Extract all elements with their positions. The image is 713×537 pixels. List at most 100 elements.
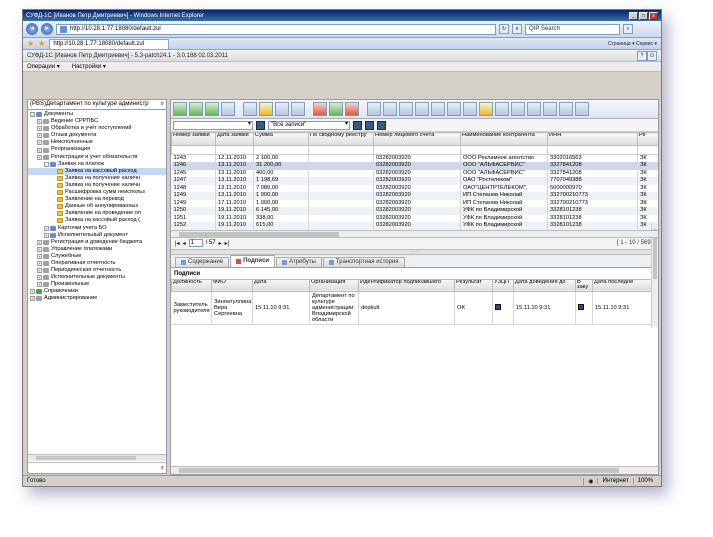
tree-toggle-icon[interactable]: + <box>37 275 42 281</box>
column-header[interactable]: Ре <box>637 132 658 146</box>
tree-horizontal-scrollbar[interactable] <box>28 454 166 461</box>
table-row[interactable]: 1249 17.11.2010 1 000,00 03282003920 ИП Степ… <box>171 199 658 207</box>
tree-node[interactable]: + Управление платежами <box>28 246 166 253</box>
tree-node[interactable]: + Реорганизация <box>28 146 166 153</box>
tree-search-icon[interactable]: ⌕ <box>161 465 164 472</box>
tree-node[interactable]: + Регистрация и учет обязательств <box>28 154 166 161</box>
signature-column-header[interactable]: ФИО <box>211 278 253 292</box>
tree-node[interactable]: + Регистрация и доведение бюджета <box>28 239 166 246</box>
table-row[interactable]: 1245 13.11.2010 400,00 03282003920 ООО "АЛЬФ… <box>171 169 658 177</box>
column-header[interactable]: По сводному реестру <box>308 132 374 146</box>
tool-k-button[interactable] <box>527 102 541 116</box>
tree-node[interactable]: + Исполнительный документ <box>28 232 166 239</box>
tree-node[interactable]: + Периодическая отчетность <box>28 267 166 274</box>
table-row[interactable]: 1246 13.11.2010 31 200,00 03282003920 ООО "А… <box>171 162 658 170</box>
table-vertical-scrollbar[interactable] <box>651 223 658 327</box>
browser-tools[interactable]: Страница ▾ Сервис ▾ <box>608 39 657 49</box>
sign-button[interactable] <box>259 102 273 116</box>
tool-j-button[interactable] <box>511 102 525 116</box>
tool-f-button[interactable] <box>447 102 461 116</box>
forward-icon[interactable]: ▸ <box>41 23 53 35</box>
menu-operations[interactable]: Операции ▾ <box>27 63 60 70</box>
table-row[interactable]: 1251 19.11.2010 338,00 03282003920 УФК по Вл… <box>171 214 658 222</box>
tree-node[interactable]: + Карточки учета БО <box>28 225 166 232</box>
tool-b-button[interactable] <box>383 102 397 116</box>
tree-node[interactable]: + Обработка и учёт поступлений <box>28 125 166 132</box>
column-filter-input[interactable] <box>373 145 461 155</box>
signature-column-header[interactable]: Дата доведения до <box>513 278 576 292</box>
tree-node[interactable]: Заявка на получение наличн <box>28 182 166 189</box>
tree-toggle-icon[interactable]: - <box>44 161 49 167</box>
signature-column-header[interactable]: Дата последне <box>592 278 658 292</box>
tab-signatures[interactable]: Подписи <box>230 254 276 267</box>
tree-node[interactable]: Заявление на проведение оп <box>28 210 166 217</box>
add-favorites-icon[interactable]: ★ <box>38 39 45 49</box>
create-copy-button[interactable] <box>189 102 203 116</box>
back-icon[interactable]: ◂ <box>26 23 38 35</box>
tree-node[interactable]: + Произвольные <box>28 281 166 288</box>
tool-a-button[interactable] <box>367 102 381 116</box>
tree-node[interactable]: + Исполнительные документы <box>28 274 166 281</box>
tree-node[interactable]: + Неисполненные <box>28 139 166 146</box>
tree-toggle-icon[interactable]: + <box>37 239 42 245</box>
column-header[interactable]: Номер лицевого счёта <box>373 132 461 146</box>
org-search-icon[interactable]: ⌕ <box>161 100 164 109</box>
tree-node[interactable]: Заявка на кассовый расход ( <box>28 217 166 224</box>
minimize-button[interactable]: _ <box>629 11 638 20</box>
tree-toggle-icon[interactable]: + <box>37 126 42 132</box>
tool-l-button[interactable] <box>543 102 557 116</box>
pager-first-button[interactable]: |◂ <box>175 240 180 247</box>
tool-g-button[interactable] <box>463 102 477 116</box>
tool-e-button[interactable] <box>431 102 445 116</box>
column-filter-input[interactable] <box>215 145 254 155</box>
tool-i-button[interactable] <box>495 102 509 116</box>
send-button[interactable] <box>291 102 305 116</box>
delete-button[interactable] <box>313 102 327 116</box>
signature-column-header[interactable]: Идентификатор подписавшего <box>358 278 455 292</box>
tool-n-button[interactable] <box>575 102 589 116</box>
tree-node[interactable]: + Справочники <box>28 288 166 295</box>
tree-node[interactable]: + Администрирование <box>28 295 166 302</box>
tree-toggle-icon[interactable]: - <box>30 112 35 118</box>
add-document-button[interactable] <box>173 102 187 116</box>
organization-select[interactable]: (PBS)Департамент по культуре администр ⌕ <box>28 100 166 110</box>
tree-node[interactable]: + Оперативная отчетность <box>28 260 166 267</box>
column-filter-input[interactable] <box>308 145 374 155</box>
tree-toggle-icon[interactable]: + <box>37 140 42 146</box>
verify-button[interactable] <box>275 102 289 116</box>
signature-column-header[interactable]: Результат <box>454 278 493 292</box>
table-row[interactable]: 1243 12.11.2010 2 100,00 03282003920 ООО Рек… <box>171 154 658 162</box>
tree-node[interactable]: Расшифровка сумм неиспольз <box>28 189 166 196</box>
signature-column-header[interactable]: Организация <box>309 278 359 292</box>
filter-apply-button[interactable] <box>256 120 265 130</box>
close-button[interactable]: x <box>649 11 658 20</box>
zoom-level[interactable]: 100% <box>632 478 657 484</box>
reject-button[interactable] <box>345 102 359 116</box>
tree-node[interactable]: + Отзыв документа <box>28 132 166 139</box>
check-button[interactable] <box>329 102 343 116</box>
menu-settings[interactable]: Настройки ▾ <box>72 63 106 70</box>
tree-toggle-icon[interactable]: + <box>37 154 42 160</box>
tool-m-button[interactable] <box>559 102 573 116</box>
records-select[interactable]: "Все записи" <box>268 120 350 130</box>
tree-node[interactable]: Данные об аннулированных <box>28 203 166 210</box>
table-horizontal-scrollbar[interactable] <box>171 229 658 238</box>
exit-icon[interactable]: ⏻ <box>647 50 657 61</box>
tree-node[interactable]: - Документы <box>28 111 166 118</box>
tree-toggle-icon[interactable]: + <box>30 289 35 295</box>
tree-toggle-icon[interactable]: + <box>37 253 42 259</box>
tool-h-button[interactable] <box>479 102 493 116</box>
signature-column-header[interactable]: Дата <box>252 278 310 292</box>
tool-d-button[interactable] <box>415 102 429 116</box>
tree-toggle-icon[interactable]: + <box>30 296 35 302</box>
favorites-star-icon[interactable]: ★ <box>27 39 34 49</box>
table-row[interactable]: 1250 19.11.2010 6 145,00 03282003920 УФК по … <box>171 207 658 215</box>
tab-attributes[interactable]: Атрибуты <box>276 256 322 267</box>
tree-toggle-icon[interactable]: + <box>44 232 49 238</box>
pager-page-input[interactable]: 1 <box>188 239 203 247</box>
help-icon[interactable]: ? <box>637 50 647 61</box>
column-header[interactable]: Сумма <box>253 132 309 146</box>
table-row[interactable]: 1248 13.11.2010 7 080,00 03282003920 ОАО"ЦЕН… <box>171 184 658 192</box>
pager-next-button[interactable]: ▸ <box>219 240 222 247</box>
tree-toggle-icon[interactable]: + <box>37 133 42 139</box>
